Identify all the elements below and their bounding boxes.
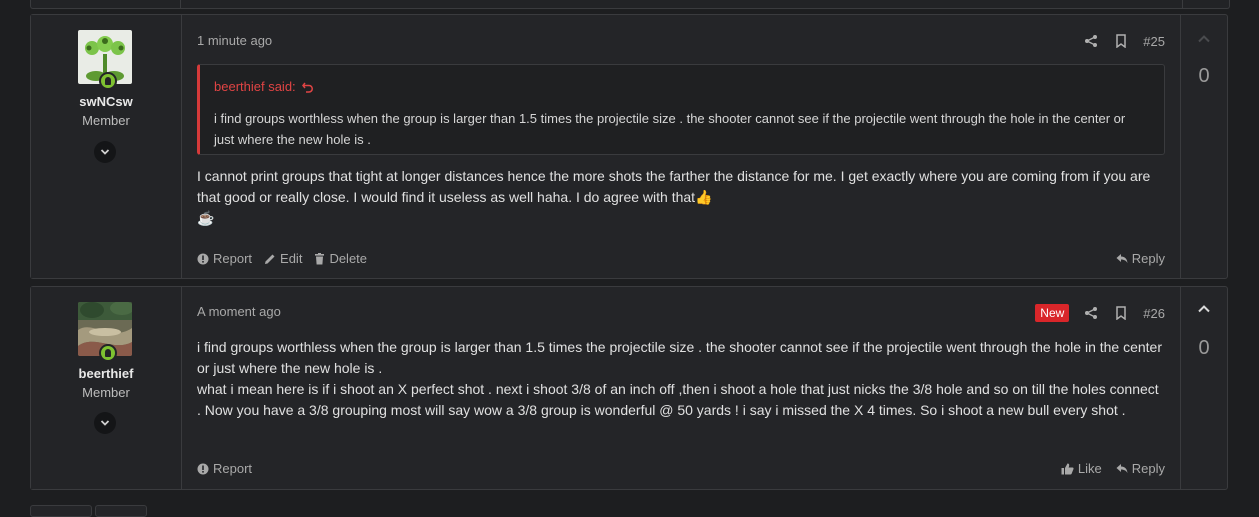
reply-icon — [1116, 464, 1128, 473]
chevron-down-icon — [100, 149, 110, 155]
post-time[interactable]: 1 minute ago — [197, 33, 272, 48]
post-actions: Report — [197, 461, 252, 476]
vote-score: 0 — [1198, 337, 1210, 359]
post-content: 1 minute ago #25 beerthief said: i find … — [197, 15, 1165, 278]
new-badge: New — [1035, 304, 1070, 322]
quote-text: i find groups worthless when the group i… — [214, 111, 1126, 147]
post-actions-right: Like Reply — [1061, 461, 1165, 476]
delete-icon — [315, 252, 325, 264]
pagination-stub[interactable] — [95, 505, 147, 517]
reply-icon — [1116, 254, 1128, 263]
pagination-stub[interactable] — [30, 505, 92, 517]
post-actions-right: Reply — [1116, 251, 1165, 266]
username[interactable]: swNCsw — [31, 94, 181, 109]
edit-icon — [265, 254, 275, 264]
coffee-emoji: ☕ — [197, 210, 215, 226]
edit-label: Edit — [280, 251, 303, 266]
message-text: I cannot print groups that tight at long… — [197, 168, 1151, 205]
post-time[interactable]: A moment ago — [197, 304, 281, 319]
report-button[interactable]: Report — [197, 461, 252, 476]
undo-arrow-icon[interactable] — [301, 81, 314, 93]
report-icon — [197, 463, 209, 474]
user-online-icon — [99, 72, 117, 90]
report-label: Report — [213, 251, 253, 266]
share-icon[interactable] — [1083, 33, 1099, 49]
report-icon — [197, 253, 209, 264]
message-line: i find groups worthless when the group i… — [197, 339, 1163, 376]
user-info: beerthief Member — [31, 287, 182, 489]
bookmark-icon[interactable] — [1113, 33, 1129, 49]
post-meta-actions: #25 — [1069, 33, 1165, 49]
user-expand-button[interactable] — [94, 412, 116, 434]
quote-author[interactable]: beerthief said: — [214, 79, 296, 94]
post-content: A moment ago New #26 i find groups worth… — [197, 287, 1165, 489]
reply-button[interactable]: Reply — [1116, 251, 1165, 266]
reply-label: Reply — [1131, 251, 1165, 266]
user-expand-button[interactable] — [94, 141, 116, 163]
vote-column: 0 — [1180, 287, 1227, 489]
chevron-up-icon[interactable] — [1196, 31, 1212, 47]
like-icon — [1061, 463, 1074, 474]
report-label: Report — [213, 461, 253, 476]
delete-button[interactable]: Delete — [314, 251, 367, 266]
post-message: i find groups worthless when the group i… — [197, 337, 1165, 421]
thumbs-up-emoji: 👍 — [695, 189, 713, 205]
post-number[interactable]: #25 — [1143, 34, 1165, 49]
chevron-down-icon — [100, 420, 110, 426]
quote-block: beerthief said: i find groups worthless … — [197, 64, 1165, 155]
edit-button[interactable]: Edit — [264, 251, 302, 266]
post-meta-actions: New #26 — [1035, 304, 1165, 322]
post-26: beerthief Member A moment ago New #26 i … — [30, 286, 1228, 490]
chevron-up-icon[interactable] — [1196, 301, 1212, 317]
user-title: Member — [82, 113, 130, 128]
reply-button[interactable]: Reply — [1116, 461, 1165, 476]
post-number[interactable]: #26 — [1143, 306, 1165, 321]
post-message: I cannot print groups that tight at long… — [197, 166, 1165, 229]
like-button[interactable]: Like — [1061, 461, 1102, 476]
bookmark-icon[interactable] — [1113, 305, 1129, 321]
vote-column: 0 — [1180, 15, 1227, 278]
post-actions: Report Edit Delete — [197, 251, 367, 266]
user-title: Member — [82, 385, 130, 400]
username[interactable]: beerthief — [31, 366, 181, 381]
user-online-icon — [99, 344, 117, 362]
quote-header[interactable]: beerthief said: — [214, 79, 314, 94]
vote-score: 0 — [1198, 65, 1210, 87]
report-button[interactable]: Report — [197, 251, 252, 266]
message-line: what i mean here is if i shoot an X perf… — [197, 381, 1159, 418]
post-25: swNCsw Member 1 minute ago #25 beerthief… — [30, 14, 1228, 279]
user-info: swNCsw Member — [31, 15, 182, 278]
previous-post-edge — [30, 0, 1230, 9]
share-icon[interactable] — [1083, 305, 1099, 321]
reply-label: Reply — [1131, 461, 1165, 476]
like-label: Like — [1077, 461, 1102, 476]
delete-label: Delete — [329, 251, 368, 266]
